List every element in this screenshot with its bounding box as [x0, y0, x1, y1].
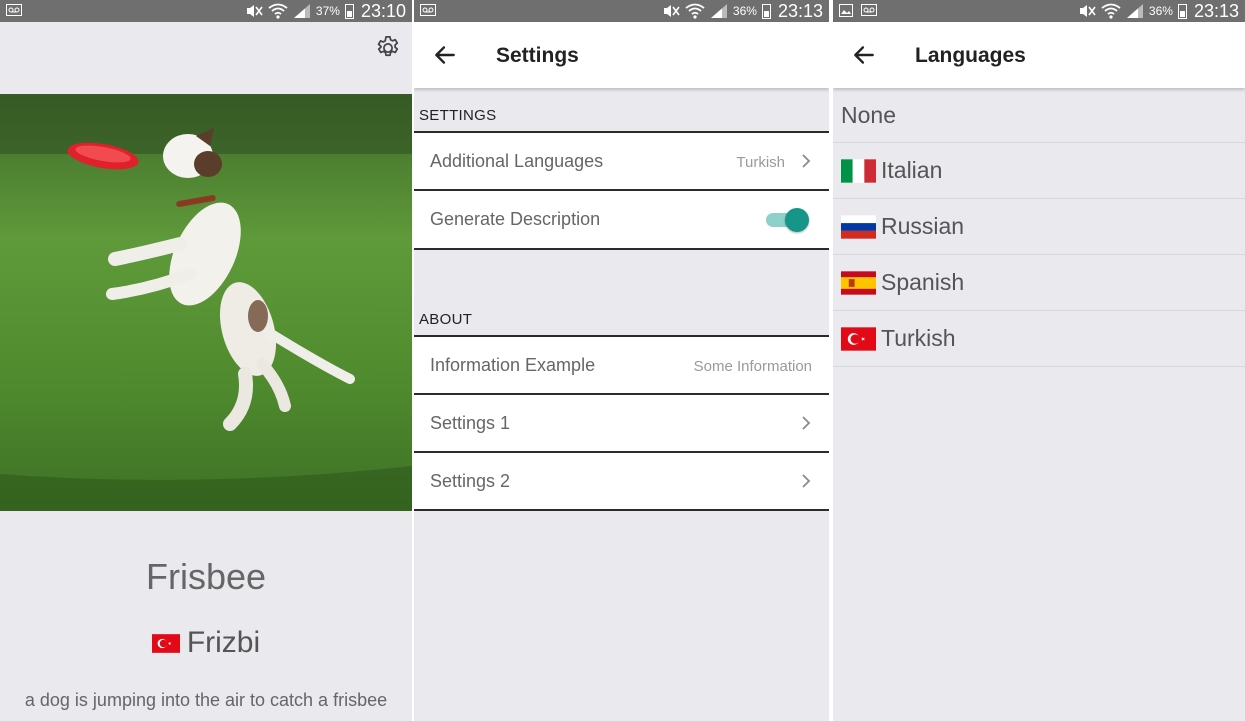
voicemail-icon — [6, 4, 22, 16]
row-label: Generate Description — [430, 209, 601, 229]
clock: 23:13 — [1193, 0, 1239, 21]
row-label: Additional Languages — [430, 151, 604, 171]
signal-icon — [710, 4, 727, 18]
spain-flag-icon — [841, 270, 876, 295]
translation-row: Frizbi — [0, 626, 412, 660]
information-row: Information Example Some Information — [414, 335, 829, 394]
row-label: Settings 1 — [430, 413, 511, 433]
row-divider — [414, 509, 829, 511]
language-label: Spanish — [881, 269, 965, 295]
settings-1-row[interactable]: Settings 1 — [414, 393, 829, 452]
result-title: Frisbee — [145, 556, 267, 597]
top-bar — [0, 22, 412, 94]
toggle-thumb — [785, 208, 809, 232]
result-screen: 37% 23:10 Frisbee Frizbi a dog is jumpin… — [0, 0, 412, 721]
battery-icon — [344, 3, 354, 19]
mute-icon — [663, 5, 680, 17]
clock: 23:13 — [777, 0, 823, 21]
chevron-right-icon — [802, 416, 811, 430]
language-label: Turkish — [881, 325, 956, 351]
app-bar: Languages — [833, 22, 1245, 88]
chevron-right-icon — [802, 154, 811, 168]
language-label: Russian — [881, 213, 965, 239]
status-bar: 36% 23:13 — [414, 0, 829, 22]
voicemail-icon — [420, 4, 436, 16]
row-label: Information Example — [430, 355, 596, 375]
image-caption: a dog is jumping into the air to catch a… — [24, 690, 388, 710]
language-list: None Italian Russian Spanish Turkish — [833, 88, 1245, 367]
image-icon — [839, 4, 853, 17]
back-arrow-icon[interactable] — [851, 42, 877, 68]
russia-flag-icon — [841, 214, 876, 239]
status-bar: 36% 23:13 — [833, 0, 1245, 22]
battery-percent: 37% — [315, 4, 340, 18]
language-label: Italian — [881, 157, 943, 183]
mute-icon — [1079, 5, 1096, 17]
settings-2-row[interactable]: Settings 2 — [414, 451, 829, 510]
chevron-right-icon — [802, 474, 811, 488]
turkey-flag-icon — [151, 633, 180, 653]
row-value: Turkish — [736, 154, 785, 171]
section-header-about: ABOUT — [419, 311, 473, 328]
language-label: None — [841, 101, 896, 128]
italy-flag-icon — [841, 158, 876, 183]
generate-description-row: Generate Description — [414, 189, 829, 249]
status-bar: 37% 23:10 — [0, 0, 412, 22]
language-item-none[interactable]: None — [833, 88, 1245, 143]
language-item-turkish[interactable]: Turkish — [833, 311, 1245, 367]
turkey-flag-icon — [841, 326, 876, 351]
clock: 23:10 — [360, 0, 406, 21]
section-header-settings: SETTINGS — [419, 107, 497, 124]
signal-icon — [1126, 4, 1143, 18]
settings-screen: 36% 23:13 Settings SETTINGS Additional L… — [414, 0, 829, 721]
voicemail-icon — [861, 4, 877, 16]
language-item-spanish[interactable]: Spanish — [833, 255, 1245, 311]
wifi-icon — [268, 3, 288, 19]
battery-percent: 36% — [1148, 4, 1173, 18]
battery-icon — [761, 3, 771, 19]
languages-screen: 36% 23:13 Languages None Italian Russian… — [833, 0, 1245, 721]
wifi-icon — [1101, 3, 1121, 19]
mute-icon — [246, 5, 263, 17]
translation-text: Frizbi — [186, 626, 261, 659]
row-value: Some Information — [693, 358, 812, 375]
wifi-icon — [685, 3, 705, 19]
gear-icon[interactable] — [374, 34, 402, 62]
back-arrow-icon[interactable] — [432, 42, 458, 68]
signal-icon — [293, 4, 310, 18]
additional-languages-row[interactable]: Additional Languages Turkish — [414, 131, 829, 190]
row-label: Settings 2 — [430, 471, 511, 491]
generate-description-toggle[interactable] — [763, 208, 809, 232]
page-title: Languages — [915, 44, 1026, 67]
page-title: Settings — [496, 44, 579, 67]
row-divider — [414, 248, 829, 250]
language-item-russian[interactable]: Russian — [833, 199, 1245, 255]
language-item-italian[interactable]: Italian — [833, 143, 1245, 199]
app-bar: Settings — [414, 22, 829, 88]
battery-icon — [1177, 3, 1187, 19]
dog-photo — [0, 94, 412, 511]
battery-percent: 36% — [732, 4, 757, 18]
